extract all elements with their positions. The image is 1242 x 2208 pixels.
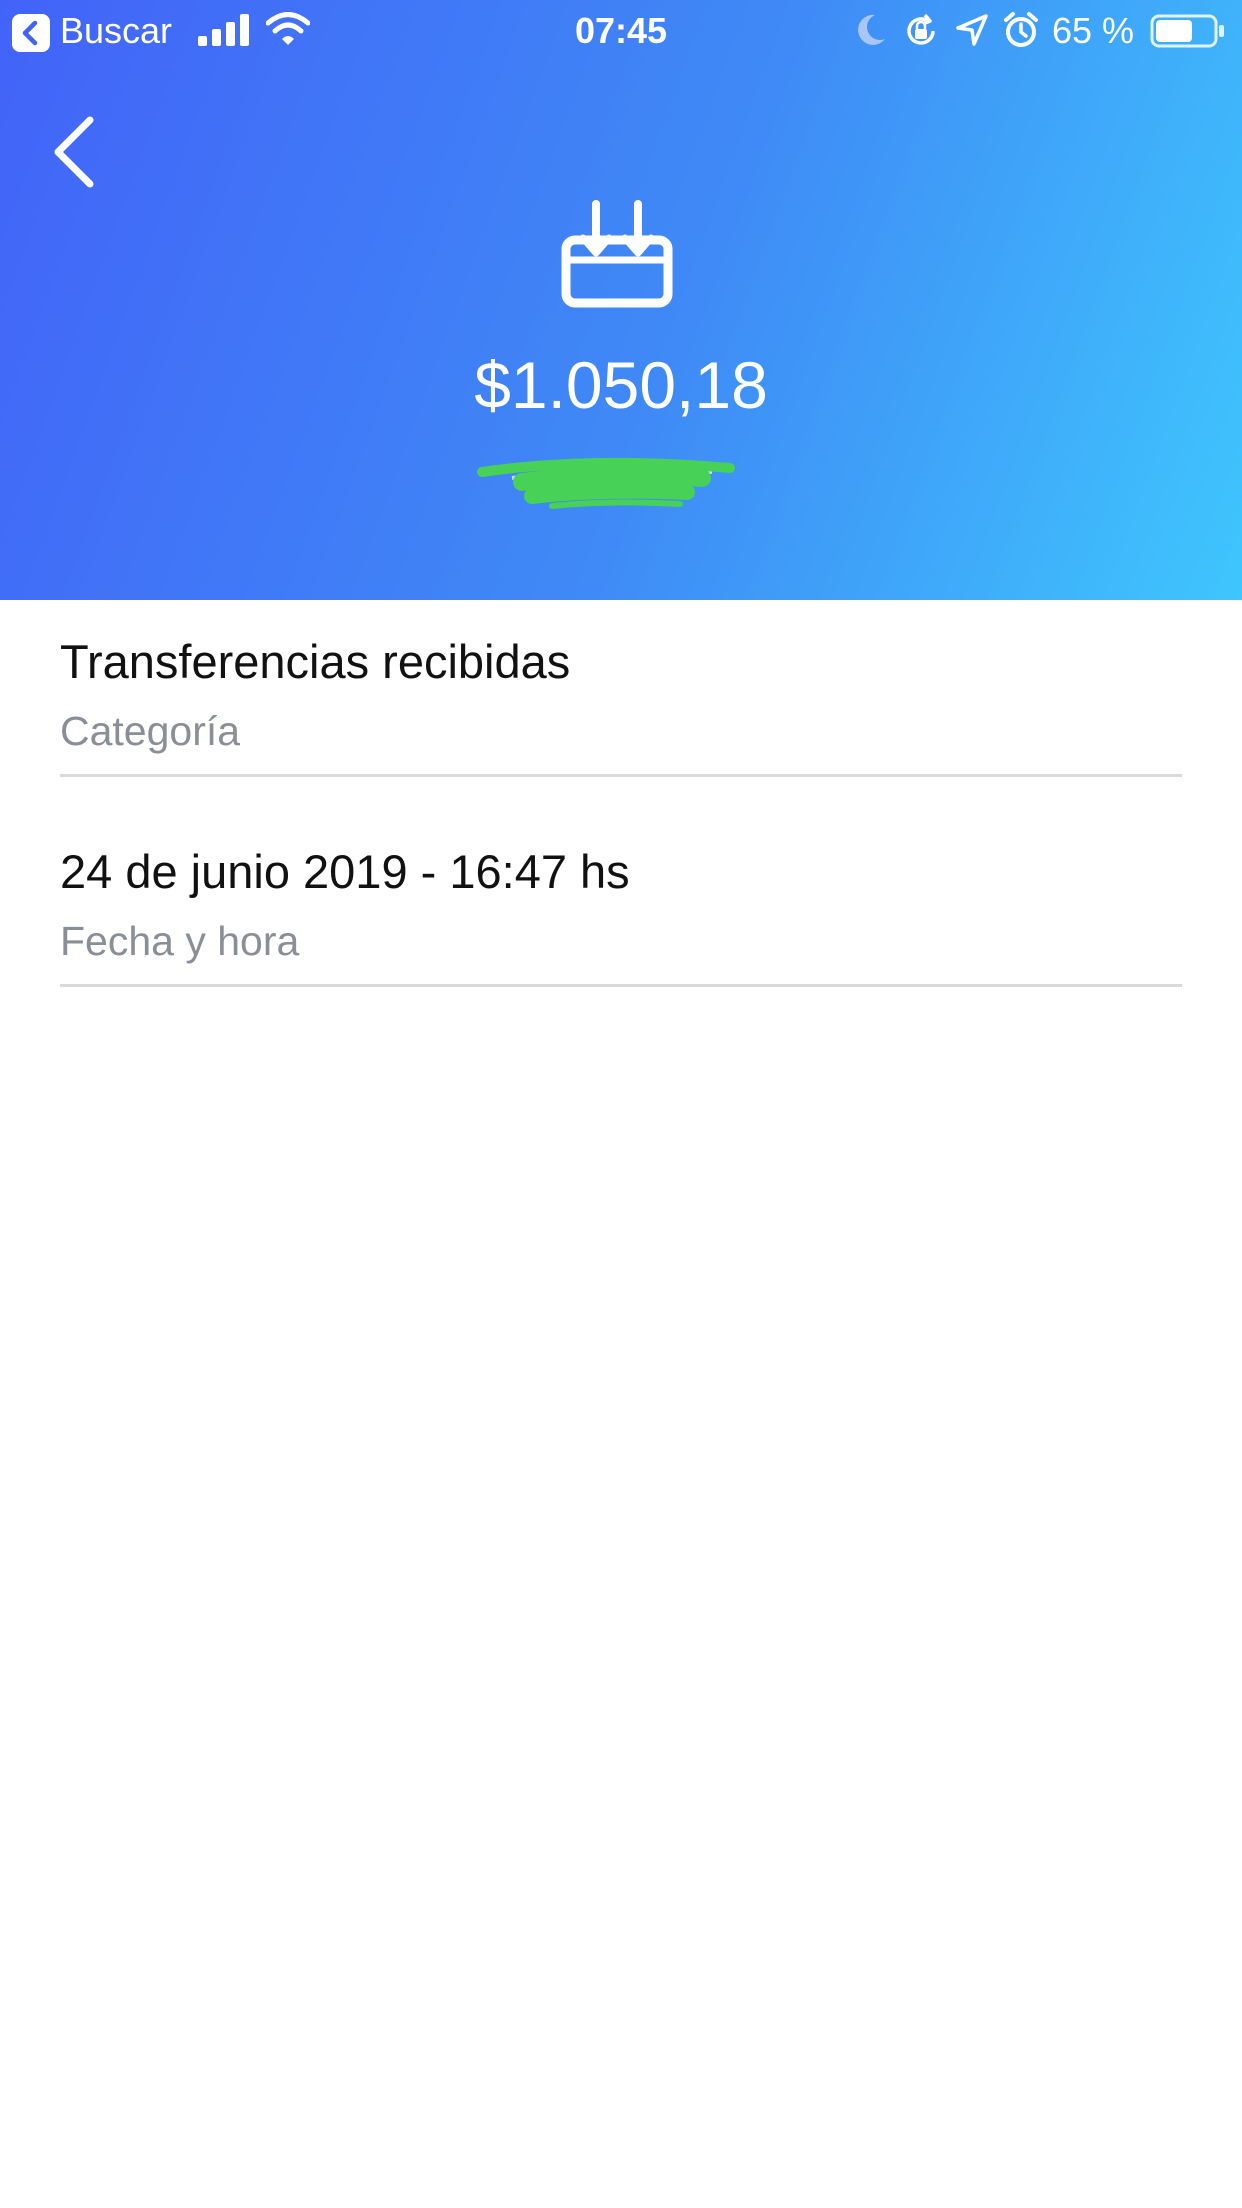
transaction-detail-screen: Buscar 07:45 65 % $1.050,18 Transferenci… — [0, 0, 1242, 2208]
do-not-disturb-moon-icon — [858, 14, 885, 45]
category-value: Transferencias recibidas — [60, 635, 571, 688]
detail-row-category: Transferencias recibidas Categoría — [60, 628, 1182, 777]
location-arrow-icon — [956, 14, 988, 46]
battery-percentage: 65 % — [1052, 10, 1135, 51]
status-bar: Buscar 07:45 65 % — [0, 0, 1242, 62]
battery-icon — [1150, 14, 1224, 48]
detail-row-datetime: 24 de junio 2019 - 16:47 hs Fecha y hora — [60, 838, 1182, 987]
datetime-label: Fecha y hora — [60, 918, 300, 964]
redacted-text-scribble — [477, 457, 735, 509]
category-label: Categoría — [60, 708, 241, 754]
alarm-clock-icon — [1004, 12, 1038, 47]
back-button[interactable] — [44, 112, 104, 192]
transaction-header: Buscar 07:45 65 % $1.050,18 — [0, 0, 1242, 600]
transaction-amount: $1.050,18 — [474, 348, 768, 422]
rotation-lock-icon — [907, 13, 935, 45]
datetime-value: 24 de junio 2019 - 16:47 hs — [60, 845, 630, 898]
incoming-box-icon — [561, 200, 673, 308]
